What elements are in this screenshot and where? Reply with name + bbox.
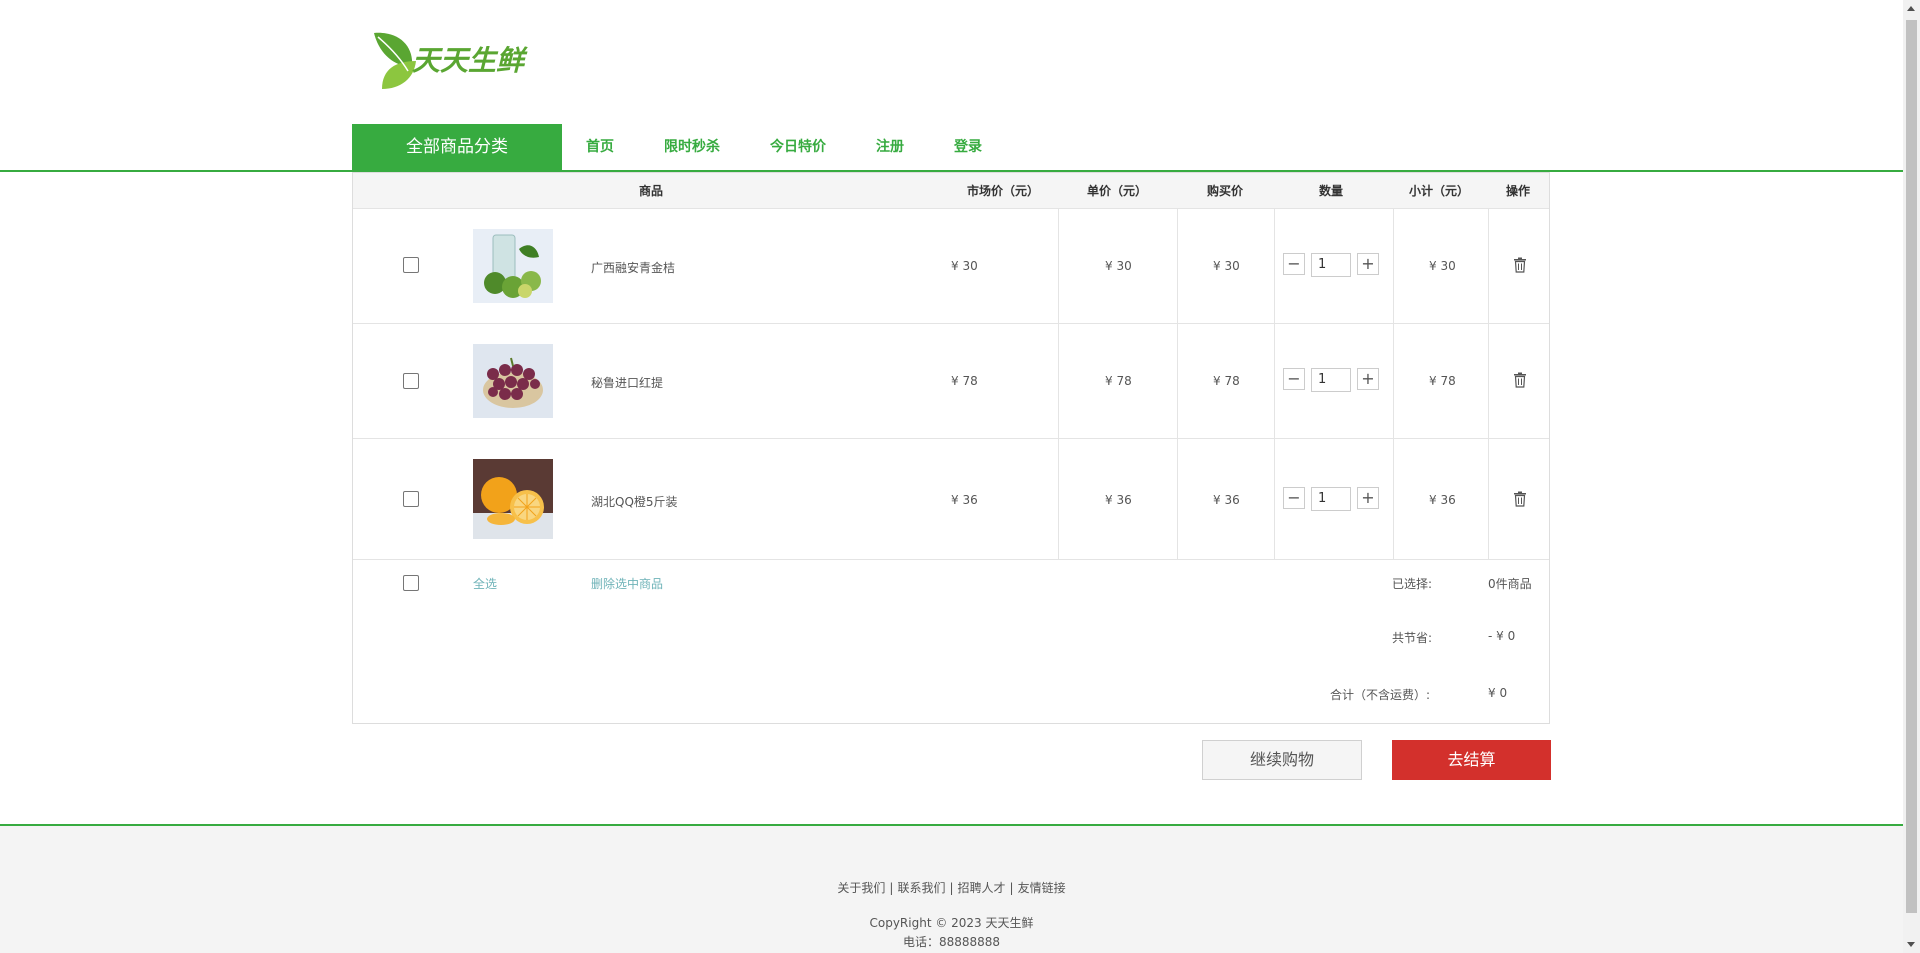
- quantity-input[interactable]: 1: [1311, 253, 1351, 277]
- market-price: ¥ 30: [951, 259, 978, 273]
- saved-amount: - ¥ 0: [1488, 629, 1516, 643]
- select-all-link[interactable]: 全选: [473, 575, 497, 592]
- footer-links: 关于我们 | 联系我们 | 招聘人才 | 友情链接: [837, 881, 1066, 895]
- increase-button[interactable]: +: [1357, 253, 1379, 275]
- delete-selected-link[interactable]: 删除选中商品: [591, 575, 663, 592]
- quantity-stepper: − 1 +: [1283, 368, 1383, 392]
- select-all-checkbox[interactable]: [403, 575, 419, 591]
- header-market-price: 市场价（元）: [967, 184, 1040, 198]
- continue-shopping-button[interactable]: 继续购物: [1202, 740, 1362, 780]
- cart-row: 湖北QQ橙5斤装 ¥ 36 ¥ 36 ¥ 36 − 1 + ¥ 36: [353, 439, 1549, 560]
- brand-logo[interactable]: 天天生鲜: [368, 27, 534, 95]
- nav-home[interactable]: 首页: [586, 124, 614, 171]
- decrease-button[interactable]: −: [1283, 368, 1305, 390]
- page-scrollbar[interactable]: [1903, 0, 1920, 953]
- header-subtotal: 小计（元）: [1409, 184, 1470, 198]
- logo-text: 天天生鲜: [412, 44, 528, 77]
- subtotal: ¥ 30: [1429, 259, 1456, 273]
- market-price: ¥ 78: [951, 374, 978, 388]
- footer-link-about[interactable]: 关于我们: [837, 881, 885, 895]
- footer-link-contact[interactable]: 联系我们: [897, 881, 945, 895]
- nav-flash-sale[interactable]: 限时秒杀: [664, 124, 720, 171]
- quantity-stepper: − 1 +: [1283, 487, 1383, 511]
- scroll-up-icon[interactable]: [1907, 6, 1915, 11]
- nav-today-deals[interactable]: 今日特价: [770, 124, 826, 171]
- row-checkbox[interactable]: [403, 491, 419, 507]
- header-quantity: 数量: [1319, 184, 1344, 198]
- row-checkbox[interactable]: [403, 257, 419, 273]
- header-action: 操作: [1506, 184, 1531, 198]
- decrease-button[interactable]: −: [1283, 253, 1305, 275]
- saved-label: 共节省:: [1392, 631, 1433, 645]
- all-categories-button[interactable]: 全部商品分类: [352, 124, 562, 171]
- unit-price: ¥ 78: [1105, 374, 1132, 388]
- table-header: 商品 市场价（元） 单价（元） 购买价 数量 小计（元） 操作: [353, 173, 1549, 209]
- buy-price: ¥ 78: [1213, 374, 1240, 388]
- cart-page: 天天生鲜 全部商品分类 首页 限时秒杀 今日特价 注册 登录 商品 市场价（元）…: [0, 0, 1903, 953]
- header-product: 商品: [639, 184, 664, 198]
- cart-row: 秘鲁进口红提 ¥ 78 ¥ 78 ¥ 78 − 1 + ¥ 78: [353, 324, 1549, 439]
- market-price: ¥ 36: [951, 493, 978, 507]
- footer: 关于我们 | 联系我们 | 招聘人才 | 友情链接 CopyRight © 2023 天天生…: [0, 824, 1903, 953]
- nav-register[interactable]: 注册: [876, 124, 904, 171]
- unit-price: ¥ 30: [1105, 259, 1132, 273]
- selected-count: 0件商品: [1488, 577, 1532, 591]
- delete-icon[interactable]: [1513, 257, 1527, 273]
- buy-price: ¥ 36: [1213, 493, 1240, 507]
- quantity-input[interactable]: 1: [1311, 368, 1351, 392]
- selected-label: 已选择:: [1392, 577, 1433, 591]
- scroll-down-icon[interactable]: [1907, 942, 1915, 947]
- footer-link-careers[interactable]: 招聘人才: [958, 881, 1006, 895]
- unit-price: ¥ 36: [1105, 493, 1132, 507]
- increase-button[interactable]: +: [1357, 487, 1379, 509]
- checkout-button[interactable]: 去结算: [1392, 740, 1551, 780]
- subtotal: ¥ 36: [1429, 493, 1456, 507]
- header-buy-price: 购买价: [1207, 184, 1244, 198]
- cart-row: 广西融安青金桔 ¥ 30 ¥ 30 ¥ 30 − 1 + ¥ 30: [353, 209, 1549, 324]
- buy-price: ¥ 30: [1213, 259, 1240, 273]
- quantity-stepper: − 1 +: [1283, 253, 1383, 277]
- quantity-input[interactable]: 1: [1311, 487, 1351, 511]
- footer-link-friends[interactable]: 友情链接: [1018, 881, 1066, 895]
- row-checkbox[interactable]: [403, 373, 419, 389]
- copyright-text: CopyRight © 2023 天天生鲜: [869, 916, 1034, 930]
- increase-button[interactable]: +: [1357, 368, 1379, 390]
- scrollbar-thumb[interactable]: [1906, 20, 1917, 913]
- product-name[interactable]: 湖北QQ橙5斤装: [591, 493, 678, 510]
- subtotal: ¥ 78: [1429, 374, 1456, 388]
- decrease-button[interactable]: −: [1283, 487, 1305, 509]
- product-image-oranges[interactable]: [473, 459, 553, 539]
- total-label: 合计（不含运费）:: [1330, 688, 1431, 702]
- delete-icon[interactable]: [1513, 491, 1527, 507]
- product-name[interactable]: 广西融安青金桔: [591, 259, 675, 276]
- phone-text: 电话：88888888: [902, 935, 1001, 949]
- main-nav: 全部商品分类 首页 限时秒杀 今日特价 注册 登录: [0, 124, 1903, 172]
- product-image-kumquat[interactable]: [473, 229, 553, 303]
- header-unit-price: 单价（元）: [1087, 184, 1148, 198]
- cart-table: 商品 市场价（元） 单价（元） 购买价 数量 小计（元） 操作 广西融安青金桔 …: [352, 172, 1550, 724]
- product-name[interactable]: 秘鲁进口红提: [591, 374, 663, 391]
- product-image-red-grapes[interactable]: [473, 344, 553, 418]
- nav-login[interactable]: 登录: [954, 124, 982, 171]
- delete-icon[interactable]: [1513, 372, 1527, 388]
- total-amount: ¥ 0: [1488, 686, 1508, 700]
